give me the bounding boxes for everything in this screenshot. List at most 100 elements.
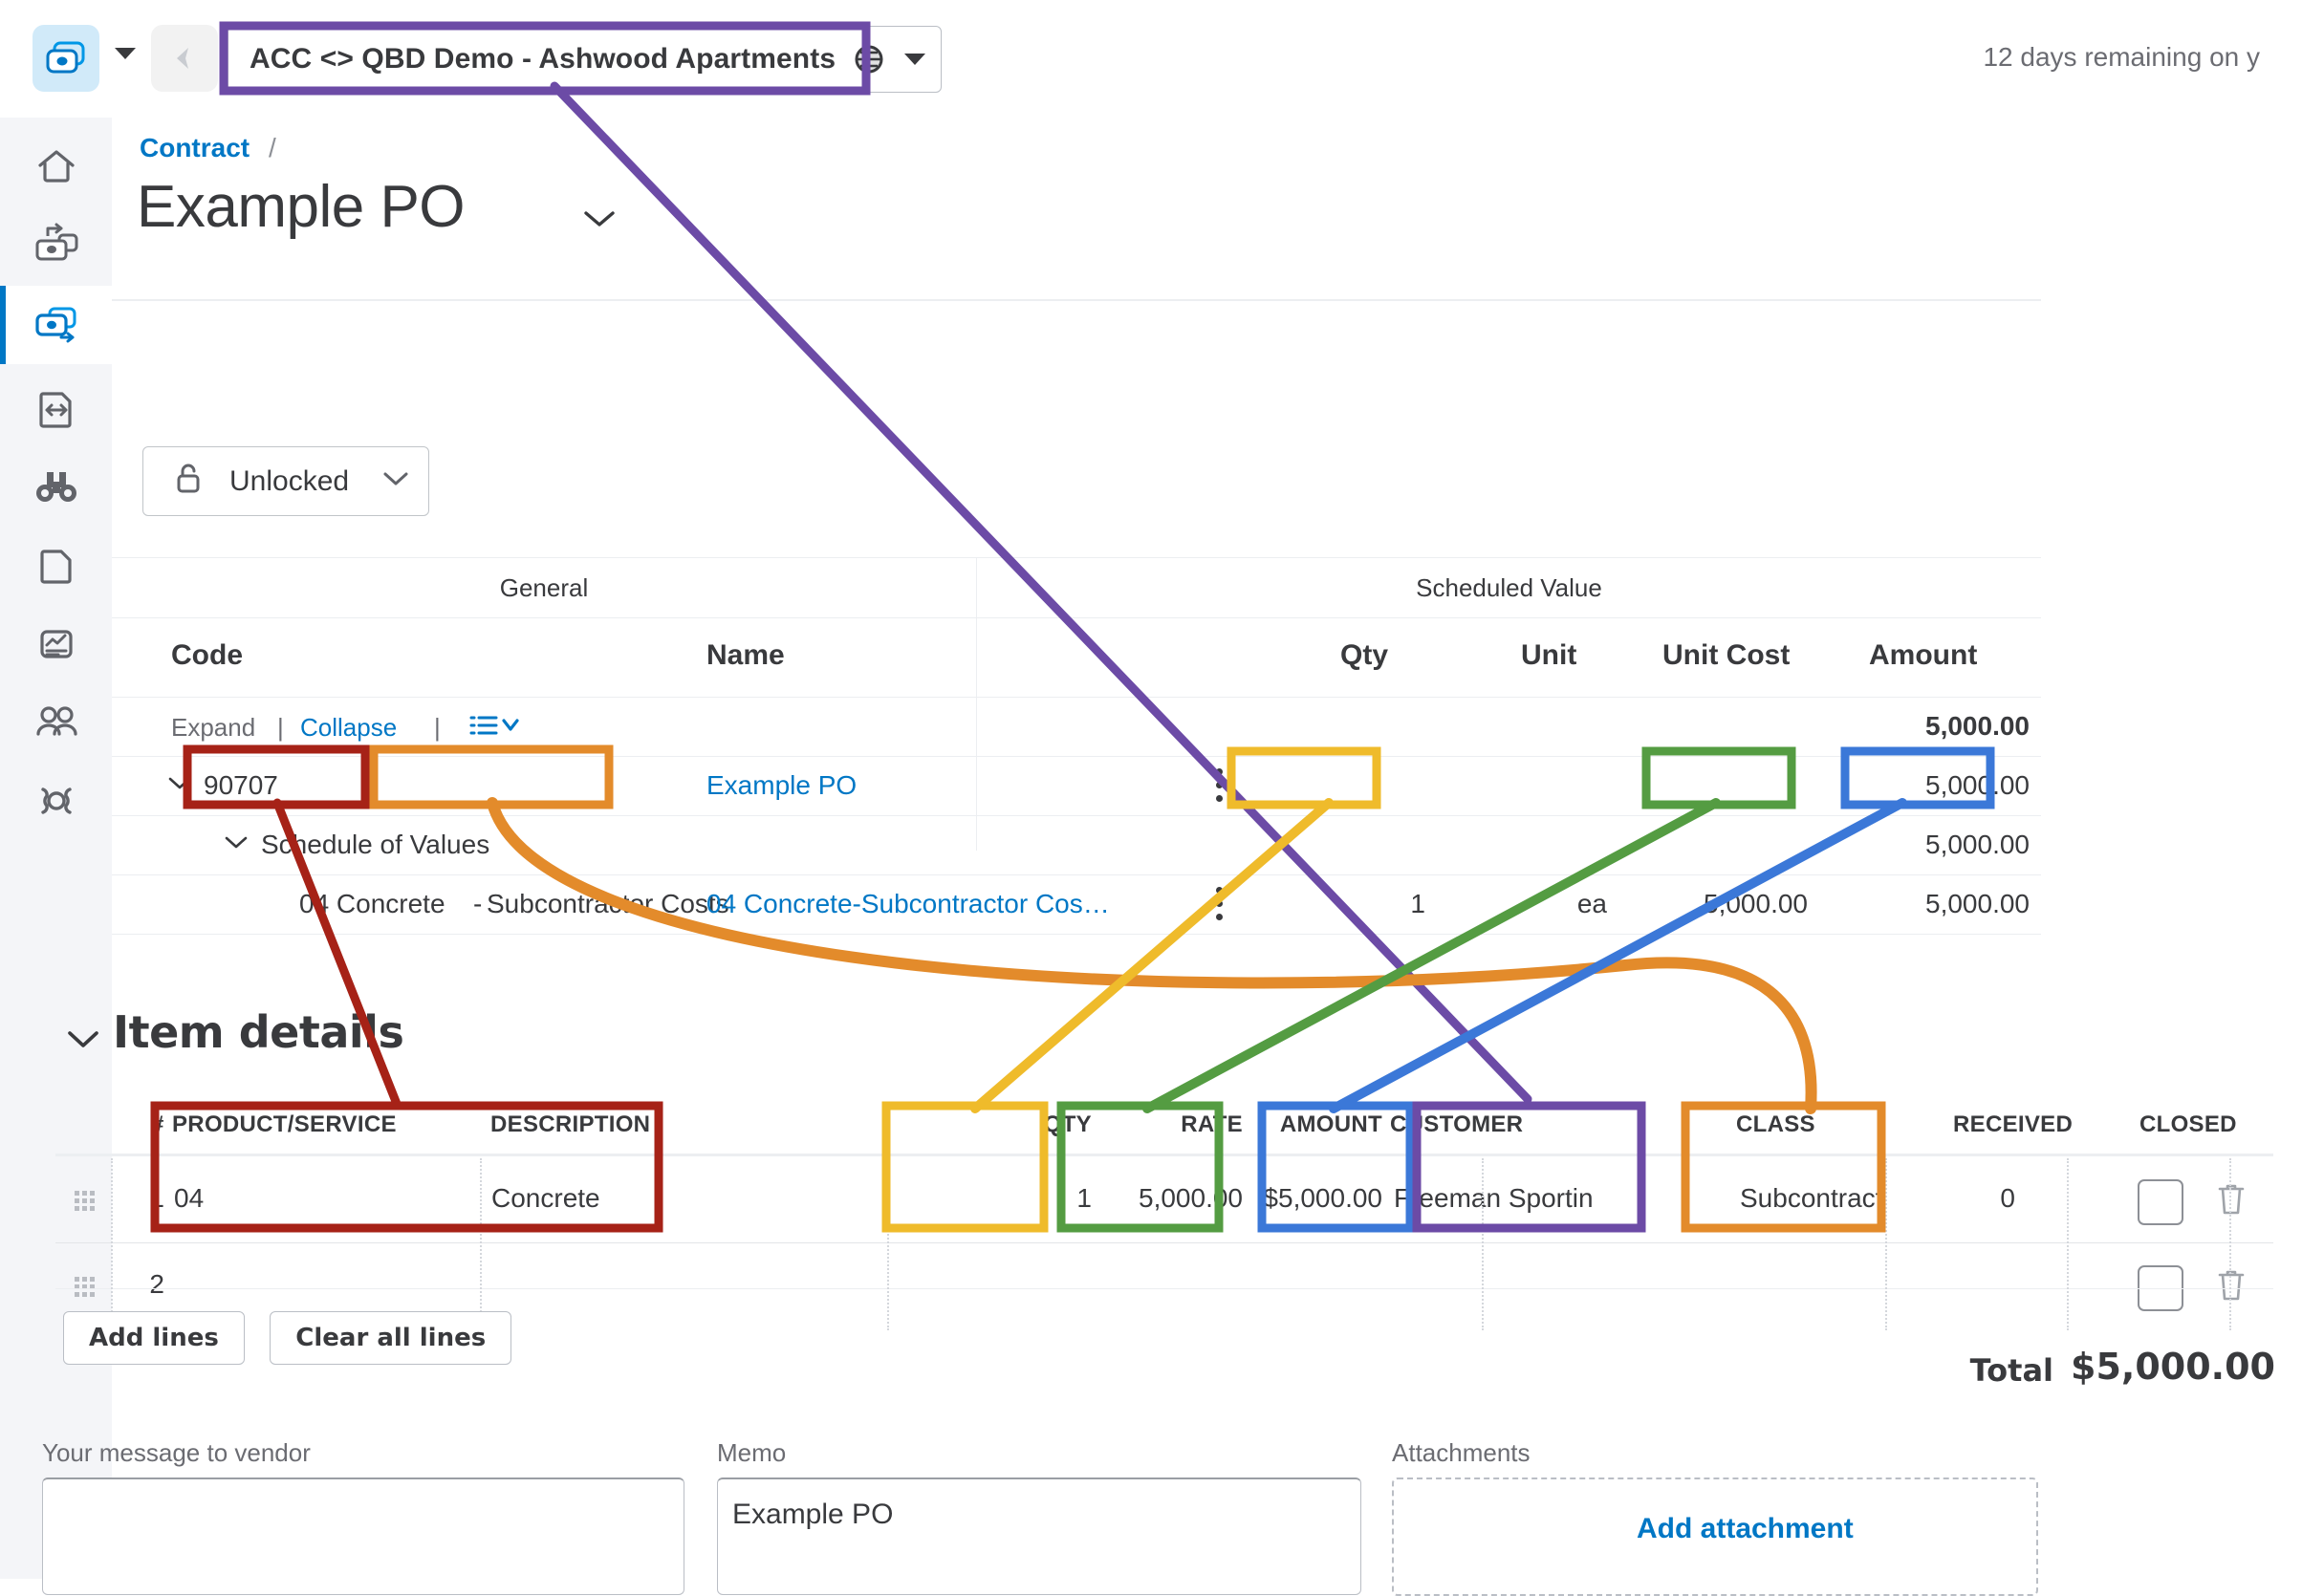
sov-col-amount[interactable]: Amount xyxy=(1869,639,1977,672)
attachments-label: Attachments xyxy=(1392,1438,1531,1467)
idt-col-qty[interactable]: QTY xyxy=(975,1111,1092,1138)
list-options-icon[interactable] xyxy=(467,711,525,746)
sov-parent-chevron-down-icon[interactable] xyxy=(167,766,192,797)
idt-row1-num: 1 xyxy=(149,1183,164,1213)
idt-row1-class[interactable]: Subcontract xyxy=(1740,1183,1882,1214)
add-attachment-link[interactable]: Add attachment xyxy=(1637,1513,1854,1545)
idt-row1-closed-checkbox[interactable] xyxy=(2138,1179,2183,1225)
sidebar-item-money-in[interactable] xyxy=(0,207,112,286)
sov-toolbar-divider-1: | xyxy=(277,713,284,742)
sov-group-chevron-down-icon[interactable] xyxy=(224,826,249,856)
page-title-chevron-down-icon[interactable] xyxy=(582,208,617,234)
table-row[interactable]: 1 04 Concrete 1 5,000.00 $5,000.00 Freem… xyxy=(55,1158,2273,1242)
sov-collapse-link[interactable]: Collapse xyxy=(300,713,397,743)
idt-col-rate[interactable]: RATE xyxy=(1097,1111,1243,1138)
sidebar-item-review[interactable] xyxy=(0,450,112,528)
idt-col-desc[interactable]: DESCRIPTION xyxy=(490,1111,650,1138)
idt-colsep xyxy=(111,1158,114,1330)
idt-row1-product-service[interactable]: 04 xyxy=(174,1183,204,1214)
idt-col-closed[interactable]: CLOSED xyxy=(2139,1111,2237,1138)
add-lines-button[interactable]: Add lines xyxy=(63,1311,245,1365)
item-details-title: Item details xyxy=(113,1006,404,1058)
company-chevron-down-icon[interactable] xyxy=(904,54,926,65)
memo-input[interactable] xyxy=(717,1477,1361,1595)
sidebar-item-transfers[interactable] xyxy=(0,372,112,450)
sov-row-line[interactable]: 04 Concrete - Subcontractor Costs 04 Con… xyxy=(112,875,2041,935)
money-in-icon xyxy=(33,223,80,271)
sidebar-item-home[interactable] xyxy=(0,129,112,207)
clear-all-lines-button[interactable]: Clear all lines xyxy=(270,1311,512,1365)
item-details-chevron-down-icon[interactable] xyxy=(65,1027,101,1055)
sidebar-item-reports[interactable] xyxy=(0,607,112,685)
memo-value: Example PO xyxy=(732,1499,894,1530)
drag-handle-icon[interactable] xyxy=(73,1275,98,1298)
sov-group-title: Schedule of Values xyxy=(261,830,490,859)
idt-colsep xyxy=(2229,1158,2232,1330)
sov-group-divider xyxy=(976,557,977,851)
sov-line-more-vertical-icon[interactable] xyxy=(1214,887,1224,927)
idt-colsep xyxy=(887,1158,890,1330)
sov-expand-link[interactable]: Expand xyxy=(171,713,255,743)
idt-row1-customer[interactable]: Freeman Sportin xyxy=(1394,1183,1594,1214)
idt-colsep xyxy=(2067,1158,2070,1330)
item-details-header-divider xyxy=(55,1154,2273,1156)
sov-line-unit: ea xyxy=(1576,889,1607,918)
trial-notice: 12 days remaining on y xyxy=(1983,42,2260,72)
sov-col-qty[interactable]: Qty xyxy=(1340,639,1388,672)
idt-row1-rate[interactable]: 5,000.00 xyxy=(1088,1183,1243,1214)
breadcrumb-contract[interactable]: Contract xyxy=(140,133,250,163)
sov-line-code-prefix: 04 Concrete xyxy=(299,889,445,918)
sov-row-parent[interactable]: 90707 Example PO 5,000.00 xyxy=(112,757,2041,816)
total-value: $5,000.00 xyxy=(2071,1346,2275,1388)
sov-parent-more-vertical-icon[interactable] xyxy=(1214,768,1224,809)
idt-col-received[interactable]: RECEIVED xyxy=(1953,1111,2073,1138)
sov-line-unit-cost: 5,000.00 xyxy=(1704,889,1808,918)
vendor-message-input[interactable] xyxy=(42,1477,684,1595)
company-selector[interactable]: ACC <> QBD Demo - Ashwood Apartments xyxy=(228,26,943,93)
logo-chevron-down-icon[interactable] xyxy=(115,48,136,59)
sov-toolbar-total: 5,000.00 xyxy=(1925,711,2030,741)
drag-handle-icon[interactable] xyxy=(73,1189,98,1212)
item-details-row-divider xyxy=(55,1288,2273,1289)
sov-group-general: General xyxy=(499,572,589,602)
idt-row2-num: 2 xyxy=(149,1269,164,1299)
sov-col-unit-cost[interactable]: Unit Cost xyxy=(1662,639,1790,672)
app-top-bar: ACC <> QBD Demo - Ashwood Apartments 12 … xyxy=(0,0,2302,118)
sov-toolbar-row: Expand | Collapse | 5,000.00 xyxy=(112,698,2041,757)
sov-col-code[interactable]: Code xyxy=(171,639,243,672)
lock-status-label: Unlocked xyxy=(229,464,350,497)
sov-parent-name-link[interactable]: Example PO xyxy=(706,770,857,801)
idt-col-amount[interactable]: AMOUNT xyxy=(1249,1111,1382,1138)
idt-col-num: # xyxy=(151,1111,164,1137)
idt-col-class[interactable]: CLASS xyxy=(1736,1111,1815,1138)
money-out-icon xyxy=(33,301,80,350)
people-icon xyxy=(33,703,80,746)
sov-col-name[interactable]: Name xyxy=(706,639,785,672)
lock-status-button[interactable]: Unlocked xyxy=(142,446,429,516)
sov-group-header-row: General Scheduled Value xyxy=(112,557,2041,618)
back-arrow-icon[interactable] xyxy=(151,25,218,92)
sov-parent-amount: 5,000.00 xyxy=(1925,770,2030,800)
sov-row-group[interactable]: Schedule of Values 5,000.00 xyxy=(112,816,2041,875)
item-details-header-row: # PRODUCT/SERVICE DESCRIPTION QTY RATE A… xyxy=(55,1104,2273,1154)
idt-col-product[interactable]: PRODUCT/SERVICE xyxy=(172,1111,397,1138)
quickbooks-logo-icon[interactable] xyxy=(33,25,99,92)
breadcrumb-separator: / xyxy=(269,133,276,162)
header-divider xyxy=(112,299,2041,301)
sidebar-item-money-out[interactable] xyxy=(0,286,112,364)
sidebar-item-people[interactable] xyxy=(0,685,112,764)
sidebar-item-settings[interactable] xyxy=(0,764,112,842)
schedule-of-values-table: General Scheduled Value Code Name Qty Un… xyxy=(112,557,2041,935)
sov-parent-code: 90707 xyxy=(204,770,278,800)
memo-label: Memo xyxy=(717,1438,787,1467)
sov-line-name-link[interactable]: 04 Concrete-Subcontractor Cos… xyxy=(706,889,1110,919)
idt-row1-description[interactable]: Concrete xyxy=(491,1183,600,1214)
sov-line-code-name: Subcontractor Costs xyxy=(487,889,729,918)
sov-col-unit[interactable]: Unit xyxy=(1521,639,1576,672)
sov-toolbar-divider-2: | xyxy=(434,713,441,742)
idt-col-customer[interactable]: CUSTOMER xyxy=(1390,1111,1523,1138)
sov-column-header-row: Code Name Qty Unit Unit Cost Amount xyxy=(112,618,2041,698)
idt-row1-qty[interactable]: 1 xyxy=(956,1183,1092,1214)
sidebar-item-documents[interactable] xyxy=(0,528,112,607)
idt-colsep xyxy=(1482,1158,1485,1330)
